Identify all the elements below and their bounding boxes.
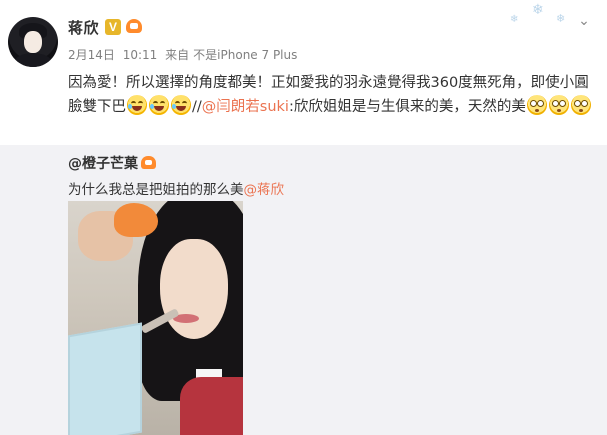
photo-face <box>160 239 228 339</box>
repost-header: @橙子芒菓 <box>68 153 157 173</box>
snowflake-icon: ❄ <box>510 14 519 25</box>
post-photo[interactable] <box>68 201 243 435</box>
snowflake-icon: ❄ <box>532 2 544 18</box>
photo-mirror <box>68 322 142 435</box>
post-header: 蒋欣 V <box>68 16 143 38</box>
laugh-cry-emoji <box>127 95 147 115</box>
post-time[interactable]: 10:11 <box>123 48 158 62</box>
shocked-emoji <box>526 95 547 115</box>
mention-link[interactable]: @闫朗若suki <box>202 99 289 115</box>
avatar[interactable] <box>8 17 58 67</box>
weibo-post: 蒋欣 V ❄ ❄ ❄ ⌄ 2月14日 10:11 来自 不是iPhone 7 Pl… <box>0 0 607 145</box>
repost-text: 为什么我总是把姐拍的那么美@蒋欣 <box>68 178 284 198</box>
post-date[interactable]: 2月14日 <box>68 48 115 62</box>
mention-link[interactable]: @蒋欣 <box>244 182 285 198</box>
laugh-cry-emoji <box>149 95 169 115</box>
quoted-comment: :欣欣姐姐是与生俱来的美，天然的美 <box>288 99 526 115</box>
laugh-cry-emoji <box>171 95 191 115</box>
verified-icon[interactable]: V <box>105 19 122 35</box>
post-source[interactable]: 不是iPhone 7 Plus <box>193 48 297 62</box>
shocked-emoji <box>570 95 591 115</box>
repost-username[interactable]: @橙子芒菓 <box>68 153 138 173</box>
snowflake-icon: ❄ <box>556 12 566 25</box>
username[interactable]: 蒋欣 <box>68 17 99 38</box>
chevron-down-icon[interactable]: ⌄ <box>577 14 591 28</box>
vip-crown-center <box>130 23 139 29</box>
repost-body: 为什么我总是把姐拍的那么美 <box>68 182 244 198</box>
avatar-body <box>14 53 52 67</box>
shocked-emoji <box>548 95 569 115</box>
post-text-line1: 因為愛！所以選擇的角度都美！正如愛我的羽永遠覺得我360度無死角，即使小 <box>68 75 575 91</box>
post-text: 因為愛！所以選擇的角度都美！正如愛我的羽永遠覺得我360度無死角，即使小圓臉雙下… <box>68 71 598 119</box>
vip-crown-icon[interactable] <box>125 19 143 35</box>
avatar-face <box>24 31 42 53</box>
photo-sponge <box>114 203 158 237</box>
reposted-content: @橙子芒菓 为什么我总是把姐拍的那么美@蒋欣 <box>0 145 607 435</box>
vip-crown-icon[interactable] <box>141 156 157 170</box>
post-source-prefix: 来自 <box>165 48 190 62</box>
post-meta: 2月14日 10:11 来自 不是iPhone 7 Plus <box>68 46 301 63</box>
photo-jacket <box>180 377 243 435</box>
vip-crown-center <box>145 160 152 165</box>
repost-separator: // <box>192 99 202 115</box>
